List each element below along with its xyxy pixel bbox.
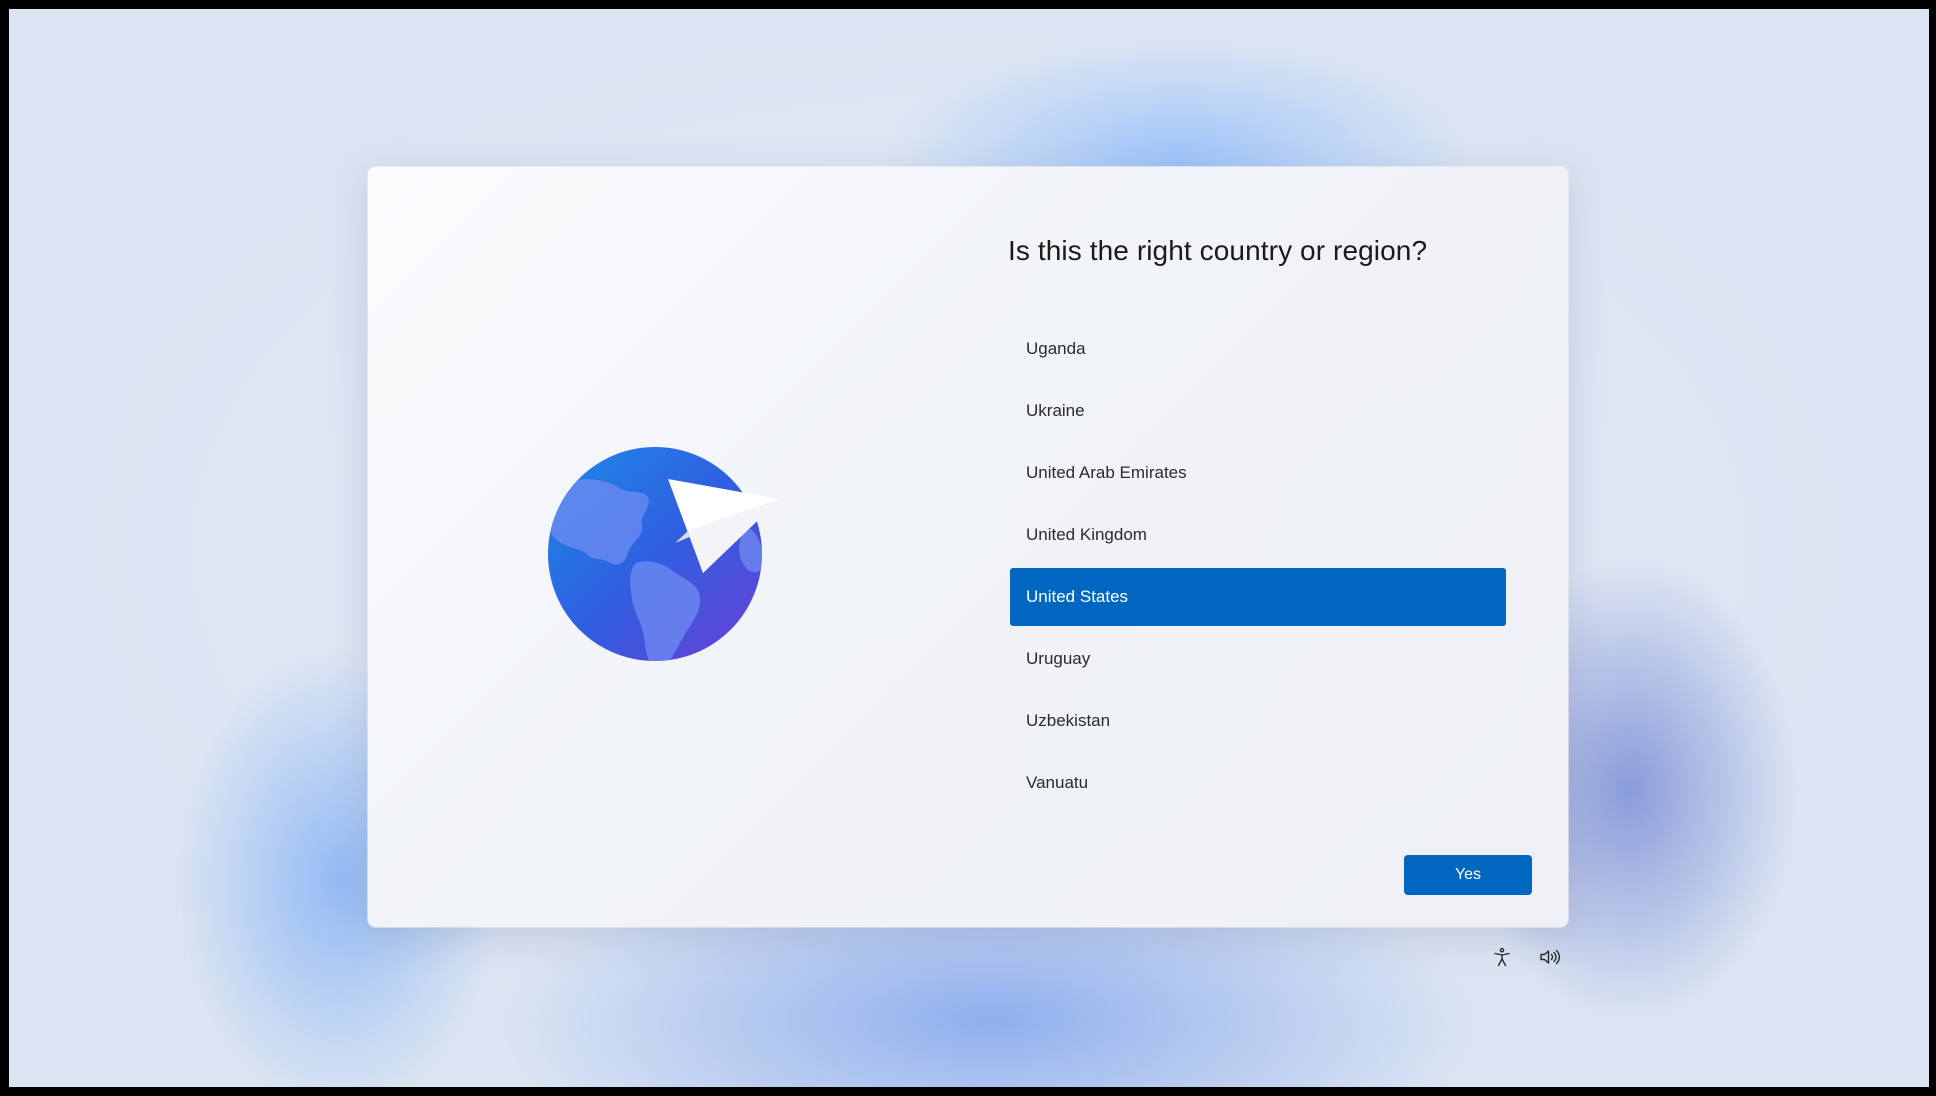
list-item[interactable]: Uruguay [1010,630,1506,688]
list-item[interactable]: Ukraine [1010,382,1506,440]
list-item[interactable]: Vanuatu [1010,754,1506,812]
region-dialog: Is this the right country or region? Uga… [368,167,1568,927]
accessibility-icon[interactable] [1489,944,1515,970]
system-tray [1489,944,1563,970]
list-item[interactable]: Uzbekistan [1010,692,1506,750]
list-item[interactable]: United Arab Emirates [1010,444,1506,502]
page-title: Is this the right country or region? [1008,235,1428,266]
country-list[interactable]: Uganda Ukraine United Arab Emirates Unit… [1010,320,1506,816]
globe-paper-plane-icon [548,437,808,677]
oobe-screen: Is this the right country or region? Uga… [9,9,1929,1087]
list-item[interactable]: United Kingdom [1010,506,1506,564]
list-item[interactable]: Uganda [1010,320,1506,378]
list-item-selected[interactable]: United States [1010,568,1506,626]
volume-icon[interactable] [1537,944,1563,970]
yes-button[interactable]: Yes [1404,855,1532,895]
